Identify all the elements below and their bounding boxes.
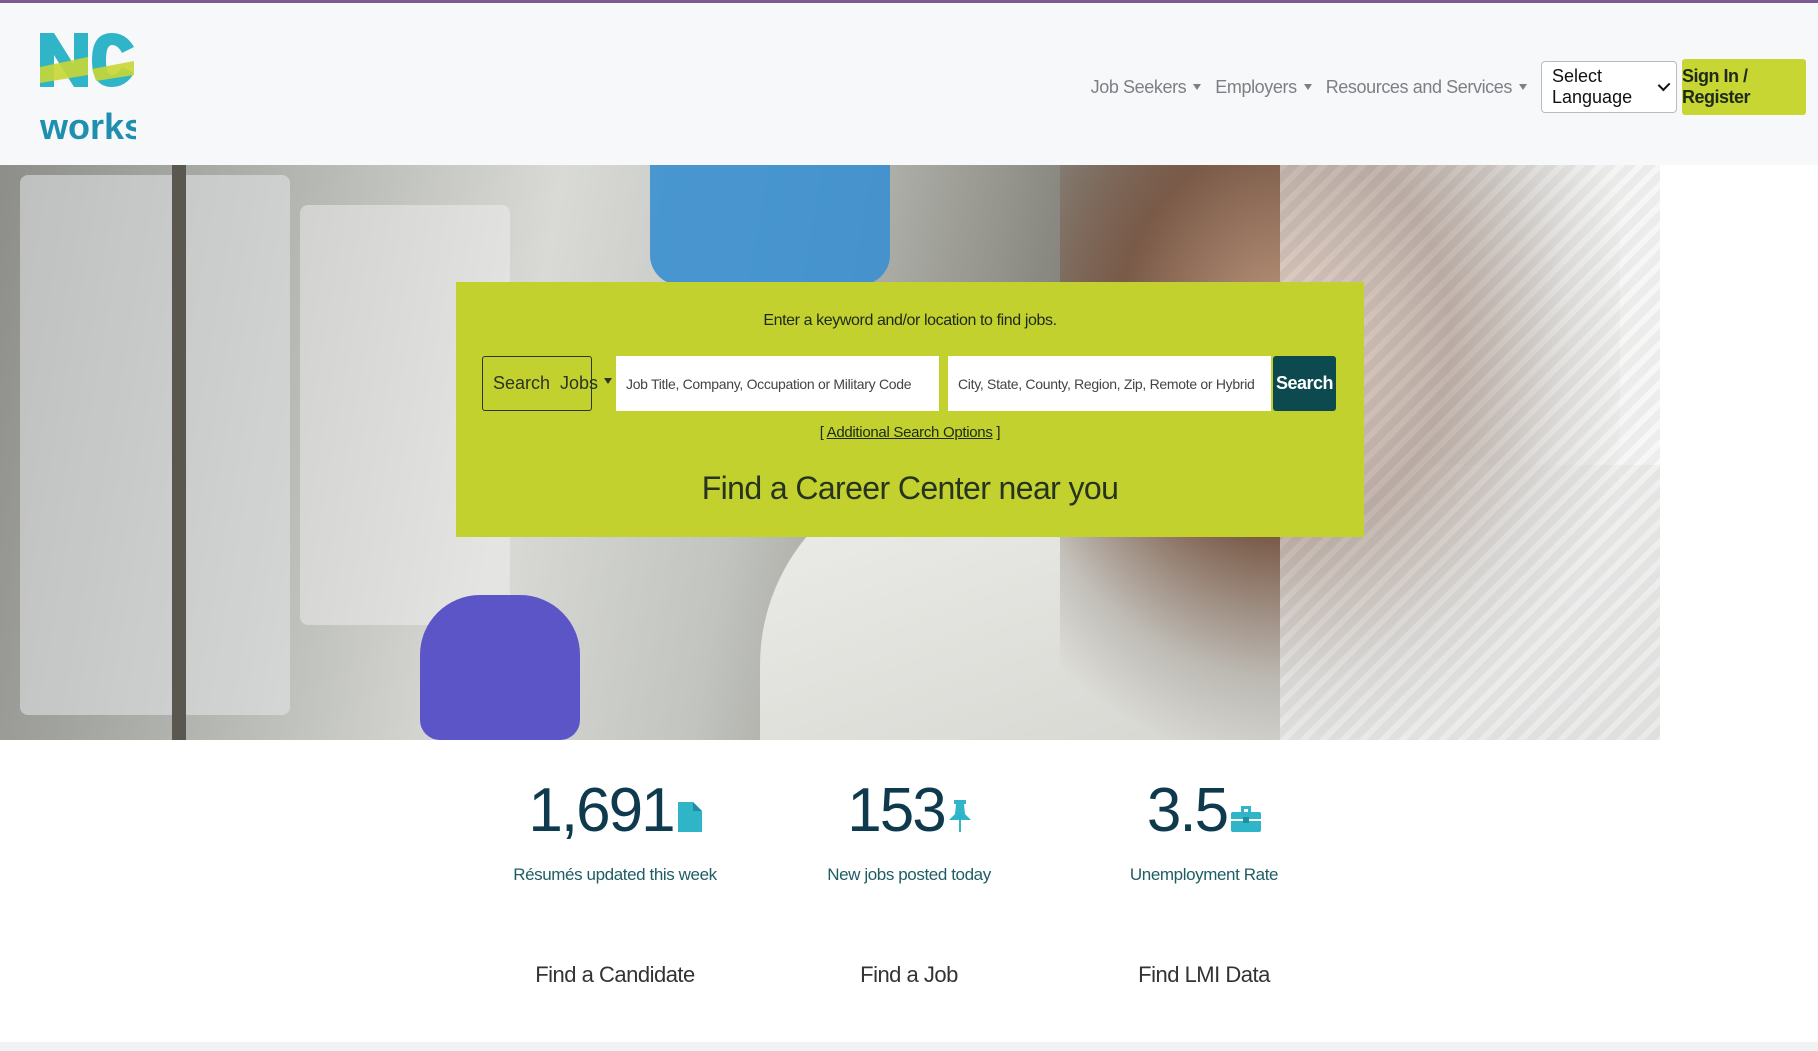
nav-resources-label: Resources and Services [1325,76,1513,97]
search-type-label: Search Jobs [493,373,599,393]
stat-resumes: 1,691 Résumés updated this week [465,775,765,885]
additional-search-options: [ Additional Search Options ] [456,424,1364,441]
caret-down-icon [1303,84,1312,90]
sign-in-register-button[interactable]: Sign In / Register [1682,59,1806,115]
bracket-close: ] [992,424,1001,441]
search-button[interactable]: Search [1273,356,1336,411]
caret-down-icon [604,377,613,384]
stat-resumes-value: 1,691 [528,776,675,845]
language-select[interactable]: Select Language [1541,61,1677,113]
stat-unemployment: 3.5 Unemployment Rate [1054,775,1354,885]
find-candidate-link[interactable]: Find a Candidate [465,962,765,988]
stat-new-jobs-value: 153 [847,776,946,845]
location-input[interactable] [948,356,1271,411]
nav-employers[interactable]: Employers [1215,76,1312,98]
stat-new-jobs-label: New jobs posted today [827,865,991,884]
stat-new-jobs: 153 New jobs posted today [759,775,1059,885]
search-type-dropdown[interactable]: Search Jobs [482,356,613,411]
find-job-link[interactable]: Find a Job [759,962,1059,988]
find-career-center-link[interactable]: Find a Career Center near you [456,470,1364,507]
additional-search-options-link[interactable]: Additional Search Options [827,424,993,441]
stat-unemployment-value: 3.5 [1146,776,1229,845]
main-nav: Job Seekers Employers Resources and Serv… [1091,57,1806,117]
search-hint: Enter a keyword and/or location to find … [763,312,1057,329]
caret-down-icon [1193,84,1202,90]
briefcase-icon [1231,804,1262,837]
keyword-input[interactable] [616,356,939,411]
pushpin-icon [948,800,971,837]
find-lmi-data-link[interactable]: Find LMI Data [1054,962,1354,988]
nav-resources[interactable]: Resources and Services [1326,77,1527,98]
hero-section: Enter a keyword and/or location to find … [0,165,1818,740]
bracket-open: [ [819,424,827,441]
logo-works-text: works [40,106,136,145]
caret-down-icon [1519,84,1527,90]
site-header: works Job Seekers Employers Resources an… [0,3,1818,165]
document-icon [677,802,702,837]
stat-unemployment-label: Unemployment Rate [1129,865,1279,884]
ncworks-logo[interactable]: works [40,27,136,145]
nav-employers-label: Employers [1215,76,1297,97]
nav-job-seekers[interactable]: Job Seekers [1091,77,1202,98]
job-search-panel: Enter a keyword and/or location to find … [456,282,1364,537]
footer-band [0,1042,1818,1051]
language-select-value: Select Language [1552,66,1633,107]
stat-resumes-label: Résumés updated this week [513,865,717,884]
nav-job-seekers-label: Job Seekers [1090,76,1187,97]
